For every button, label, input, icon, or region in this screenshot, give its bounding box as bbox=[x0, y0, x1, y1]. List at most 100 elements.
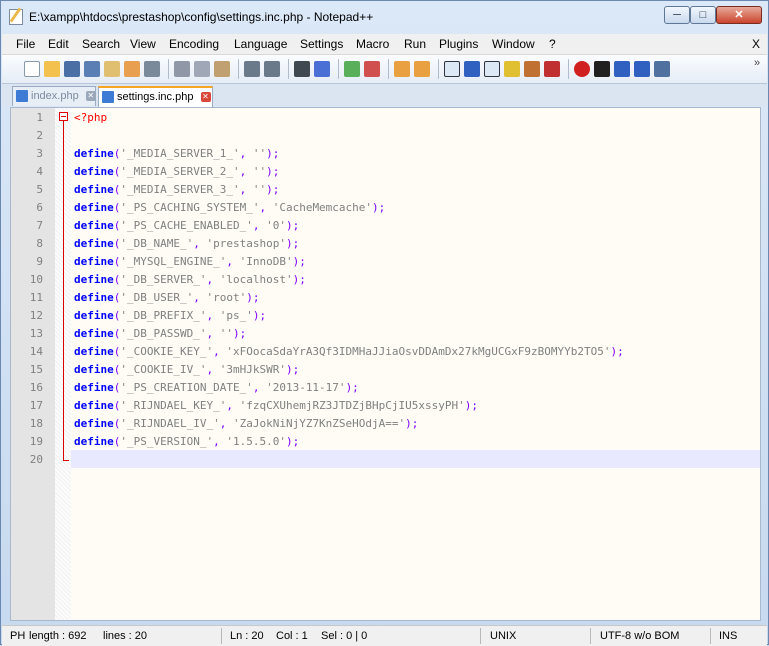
close-paren: ); bbox=[345, 381, 359, 394]
close-paren: ); bbox=[610, 345, 624, 358]
play-macro-icon[interactable] bbox=[614, 61, 630, 77]
menu-window[interactable]: Window bbox=[492, 37, 535, 51]
constant-name: '_PS_CACHE_ENABLED_' bbox=[120, 219, 253, 232]
tab-close-icon[interactable]: ✕ bbox=[85, 91, 96, 102]
line-number: 1 bbox=[36, 111, 43, 124]
sync-horizontal-icon[interactable] bbox=[414, 61, 430, 77]
constant-value: 'localhost' bbox=[219, 273, 293, 286]
constant-value: '' bbox=[219, 327, 233, 340]
save-macro-icon[interactable] bbox=[654, 61, 670, 77]
document-map-icon[interactable] bbox=[524, 61, 540, 77]
title-bar[interactable]: E:\xampp\htdocs\prestashop\config\settin… bbox=[1, 1, 768, 31]
constant-value: '0' bbox=[266, 219, 286, 232]
tab-index-php[interactable]: index.php ✕ bbox=[12, 86, 96, 106]
line-number: 17 bbox=[29, 399, 43, 412]
zoom-in-icon[interactable] bbox=[344, 61, 360, 77]
line-number: 11 bbox=[29, 291, 43, 304]
define-keyword: define bbox=[74, 201, 114, 214]
user-defined-language-icon[interactable] bbox=[504, 61, 520, 77]
word-wrap-icon[interactable] bbox=[444, 61, 460, 77]
fold-collapse-icon[interactable] bbox=[59, 112, 68, 121]
tab-settings-inc-php[interactable]: settings.inc.php ✕ bbox=[98, 86, 213, 107]
indent-guide-icon[interactable] bbox=[484, 61, 500, 77]
close-window-button[interactable]: ✕ bbox=[716, 6, 762, 24]
code-line: define('_MEDIA_SERVER_1_', ''); bbox=[74, 145, 279, 163]
zoom-out-icon[interactable] bbox=[364, 61, 380, 77]
close-paren: ); bbox=[246, 291, 260, 304]
comma: , bbox=[206, 363, 220, 376]
open-file-icon[interactable] bbox=[44, 61, 60, 77]
sync-vertical-icon[interactable] bbox=[394, 61, 410, 77]
save-all-icon[interactable] bbox=[84, 61, 100, 77]
tab-label: index.php bbox=[31, 90, 79, 102]
comma: , bbox=[206, 327, 220, 340]
constant-value: 'xFOocaSdaYrA3Qf3IDMHaJJiaOsvDDAmDx27kMg… bbox=[226, 345, 611, 358]
define-keyword: define bbox=[74, 435, 114, 448]
menu-language[interactable]: Language bbox=[234, 37, 287, 51]
toolbar-overflow-icon[interactable]: » bbox=[754, 57, 760, 69]
constant-name: '_PS_VERSION_' bbox=[120, 435, 214, 448]
constant-value: 'fzqCXUhemjRZ3JTDZjBHpCjIU5xssyPH' bbox=[239, 399, 465, 412]
redo-icon[interactable] bbox=[264, 61, 280, 77]
comma: , bbox=[259, 201, 273, 214]
comma: , bbox=[193, 237, 207, 250]
close-document-x[interactable]: X bbox=[752, 37, 760, 51]
minimize-button[interactable]: ─ bbox=[664, 6, 690, 24]
status-length: length : 692 bbox=[29, 630, 87, 642]
constant-value: 'CacheMemcache' bbox=[272, 201, 373, 214]
cut-icon[interactable] bbox=[174, 61, 190, 77]
line-number: 12 bbox=[29, 309, 43, 322]
close-paren: ); bbox=[372, 201, 386, 214]
menu-search[interactable]: Search bbox=[82, 37, 120, 51]
new-file-icon[interactable] bbox=[24, 61, 40, 77]
code-line: define('_MEDIA_SERVER_2_', ''); bbox=[74, 163, 279, 181]
line-number: 10 bbox=[29, 273, 43, 286]
run-macro-multiple-icon[interactable] bbox=[634, 61, 650, 77]
status-col: Col : 1 bbox=[276, 630, 308, 642]
stop-recording-icon[interactable] bbox=[594, 61, 610, 77]
find-icon[interactable] bbox=[294, 61, 310, 77]
toolbar-separator bbox=[388, 59, 389, 79]
close-icon[interactable] bbox=[104, 61, 120, 77]
save-icon[interactable] bbox=[64, 61, 80, 77]
menu-encoding[interactable]: Encoding bbox=[169, 37, 219, 51]
show-all-characters-icon[interactable] bbox=[464, 61, 480, 77]
record-macro-icon[interactable] bbox=[574, 61, 590, 77]
paste-icon[interactable] bbox=[214, 61, 230, 77]
line-number: 8 bbox=[36, 237, 43, 250]
line-number: 9 bbox=[36, 255, 43, 268]
menu-help[interactable]: ? bbox=[549, 37, 556, 51]
tab-close-icon[interactable]: ✕ bbox=[200, 92, 211, 103]
replace-icon[interactable] bbox=[314, 61, 330, 77]
notepad-app-icon[interactable] bbox=[9, 9, 23, 25]
function-list-icon[interactable] bbox=[544, 61, 560, 77]
copy-icon[interactable] bbox=[194, 61, 210, 77]
close-paren: ); bbox=[266, 183, 280, 196]
constant-value: '' bbox=[252, 147, 267, 160]
menu-settings[interactable]: Settings bbox=[300, 37, 343, 51]
maximize-button[interactable]: □ bbox=[690, 6, 716, 24]
menu-macro[interactable]: Macro bbox=[356, 37, 389, 51]
editor-area[interactable]: 1 2 3 4 5 6 7 8 9 10 11 12 13 14 15 16 17 18 19 20 <?php defi… bbox=[10, 107, 761, 621]
close-paren: ); bbox=[285, 435, 300, 448]
undo-icon[interactable] bbox=[244, 61, 260, 77]
menu-run[interactable]: Run bbox=[404, 37, 426, 51]
status-bar: PH length : 692 lines : 20 Ln : 20 Col :… bbox=[2, 625, 767, 646]
comma: , bbox=[213, 345, 227, 358]
print-icon[interactable] bbox=[144, 61, 160, 77]
menu-file[interactable]: File bbox=[16, 37, 35, 51]
current-line-highlight bbox=[71, 450, 760, 468]
close-all-icon[interactable] bbox=[124, 61, 140, 77]
menu-edit[interactable]: Edit bbox=[48, 37, 69, 51]
comma: , bbox=[226, 255, 240, 268]
define-keyword: define bbox=[74, 255, 114, 268]
line-number: 18 bbox=[29, 417, 43, 430]
tab-bar: index.php ✕ settings.inc.php ✕ bbox=[2, 84, 767, 107]
constant-name: '_DB_NAME_' bbox=[120, 237, 194, 250]
define-keyword: define bbox=[74, 381, 114, 394]
fold-line bbox=[63, 121, 64, 461]
constant-name: '_COOKIE_IV_' bbox=[120, 363, 207, 376]
define-keyword: define bbox=[74, 219, 114, 232]
menu-view[interactable]: View bbox=[130, 37, 156, 51]
menu-plugins[interactable]: Plugins bbox=[439, 37, 478, 51]
